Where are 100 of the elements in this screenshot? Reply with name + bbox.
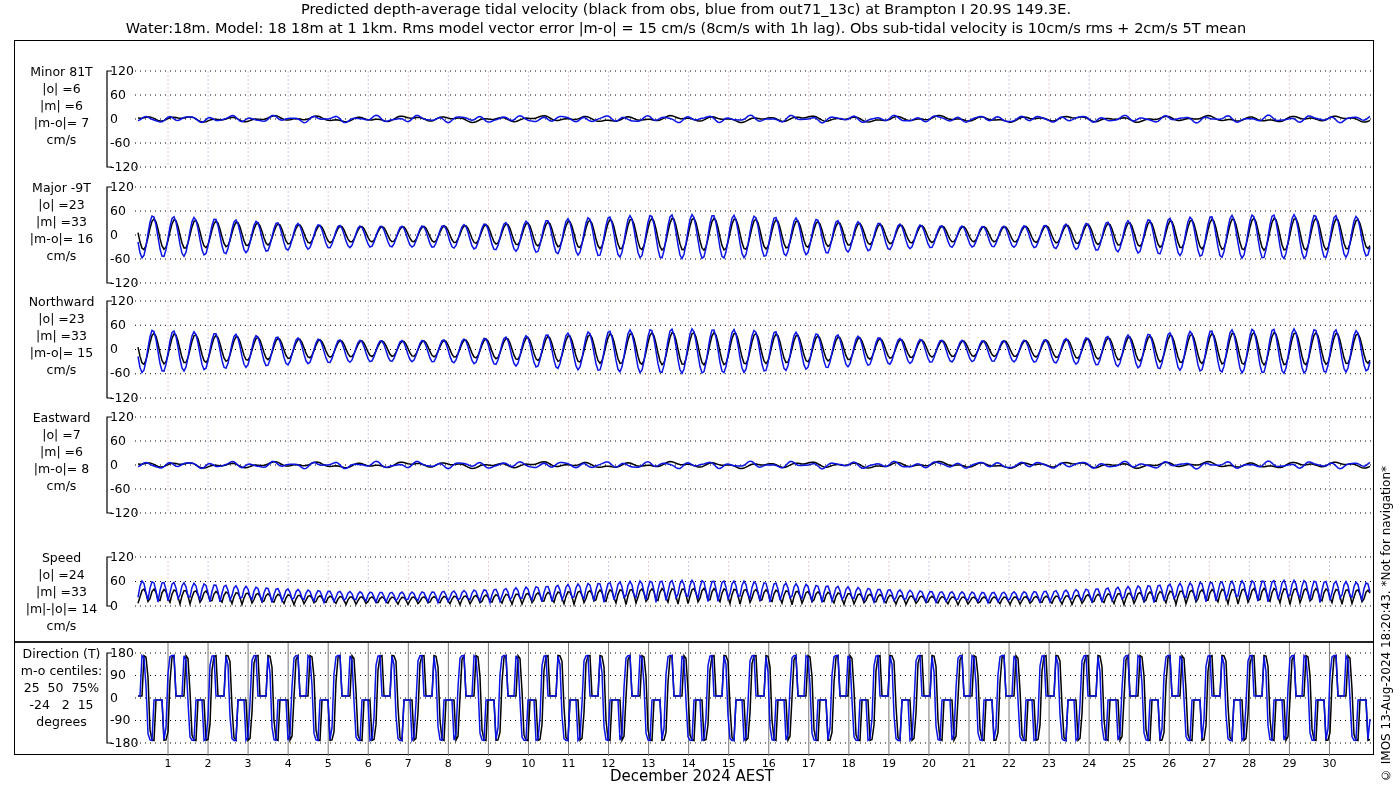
panel-label: |m| =33 [36, 213, 87, 230]
axis-tick-label: -60 [110, 480, 131, 496]
axis-tick-label: 6 [364, 757, 372, 770]
axis-tick-label: 120 [110, 548, 134, 564]
panel-label: |o| =23 [38, 196, 85, 213]
axis-tick-label: 0 [110, 226, 118, 242]
axis-tick-label: 21 [962, 757, 976, 770]
axis-tick-label: 0 [110, 689, 118, 705]
axis-tick-label: 60 [110, 432, 126, 448]
axis-tick-label: 29 [1282, 757, 1297, 770]
axis-tick-label: 22 [1002, 757, 1017, 770]
axis-tick-label: -60 [110, 250, 131, 266]
grid-line [287, 556, 289, 607]
panel-label: cm/s [46, 477, 77, 494]
panel-label: |m| =33 [36, 583, 87, 600]
panel-label: |m| =6 [40, 443, 83, 460]
grid-line [888, 556, 890, 607]
panel-label: |m| =33 [36, 327, 87, 344]
axis-tick-label: 24 [1082, 757, 1097, 770]
axis-tick-label: 2 [204, 757, 212, 770]
axis-tick-label: 1 [164, 757, 172, 770]
grid-line [167, 556, 169, 607]
axis-tick-label: -60 [110, 365, 131, 381]
axis-tick-label: 0 [110, 341, 118, 356]
axis-tick-label: -180 [110, 734, 139, 750]
grid-line [928, 556, 930, 607]
axis-tick-label: 60 [110, 86, 126, 102]
panel-label: |m-o|= 16 [29, 230, 94, 247]
axis-tick-label: 4 [284, 757, 292, 770]
panel-label: Speed [41, 549, 82, 566]
grid-line [327, 556, 329, 607]
panel-label: |o| =23 [38, 310, 85, 327]
axis-tick-label: -120 [110, 274, 139, 290]
panel-label: |m-o|= 7 [33, 114, 90, 131]
panel-label: degrees [36, 713, 87, 730]
axis-tick-label: -90 [110, 712, 131, 727]
grid-line [728, 556, 730, 607]
axis-tick-label: 120 [110, 408, 134, 424]
grid-line [808, 556, 810, 607]
panel-label: cm/s [46, 617, 77, 634]
axis-tick-label: 60 [110, 202, 126, 218]
axis-tick-label: 23 [1042, 757, 1057, 770]
axis-tick-label: 18 [841, 757, 856, 770]
axis-tick-label: 5 [324, 757, 332, 770]
grid-line [688, 556, 690, 607]
panel-label: Minor 81T [30, 63, 93, 80]
axis-tick-label: 120 [110, 293, 134, 308]
axis-tick-label: 90 [110, 667, 126, 682]
grid-line [447, 556, 449, 607]
grid-line [568, 556, 569, 607]
axis-tick-label: 28 [1242, 757, 1257, 770]
axis-tick-label: 0 [110, 110, 118, 126]
grid-line [527, 556, 529, 607]
grid-line [848, 556, 850, 607]
panel-label: Direction (T) [22, 645, 101, 662]
figure-title: Water:18m. Model: 18 18m at 1 1km. Rms model vector error |m-o| = 15 cm/s (8cm/s with 1h lag). Obs sub-tidal velocity is 10cm/s rms + 2cm/s 5T mean [125, 19, 1247, 38]
panel-label: |m|-|o|= 14 [25, 600, 98, 617]
panel-label: |o| =6 [42, 80, 81, 97]
panel-label: |m-o|= 15 [29, 344, 94, 361]
panel-label: |m| =6 [40, 97, 83, 114]
panel-label: |o| =7 [42, 426, 81, 443]
panel-label: -24 2 15 [29, 696, 94, 713]
credit-note: © IMOS 13-Aug-2024 18:20:43. *Not for navigation* [1379, 465, 1393, 782]
panel-label: m-o centiles: [20, 662, 103, 679]
axis-title: December 2024 AEST [610, 767, 774, 785]
axis-tick-label: -120 [110, 504, 139, 520]
grid-line [1328, 556, 1330, 607]
axis-tick-label: 60 [110, 316, 126, 332]
axis-tick-label: 17 [801, 757, 816, 770]
grid-line [648, 556, 650, 607]
axis-tick-label: 20 [921, 757, 936, 770]
axis-tick-label: 180 [110, 644, 134, 660]
axis-tick-label: 26 [1162, 757, 1177, 770]
grid-line [1168, 556, 1170, 607]
axis-tick-label: 10 [521, 757, 536, 770]
axis-tick-label: 11 [561, 757, 576, 770]
panel-label: Eastward [32, 409, 91, 426]
panel-label: |m-o|= 8 [33, 460, 90, 477]
grid-line [407, 556, 409, 607]
axis-tick-label: 120 [110, 178, 134, 194]
axis-tick-label: 3 [244, 757, 252, 770]
grid-line [768, 556, 770, 607]
panel-label: Major -9T [32, 179, 91, 196]
grid-line [1008, 556, 1010, 607]
grid-line [968, 556, 970, 607]
axis-tick-label: 120 [110, 62, 134, 78]
grid-line [1208, 556, 1210, 607]
axis-tick-label: 25 [1122, 757, 1137, 770]
panel-label: cm/s [46, 247, 77, 264]
figure-title: Predicted depth-average tidal velocity (black from obs, blue from out71_13c) at Brampton I 20.9S 149.3E. [300, 0, 1072, 19]
grid-line [1048, 556, 1050, 607]
grid-line [1128, 556, 1130, 607]
panel-label: |o| =24 [38, 566, 85, 583]
axis-tick-label: 27 [1202, 757, 1217, 770]
panel-label: cm/s [46, 131, 77, 148]
axis-tick-label: 8 [444, 757, 452, 770]
y-axis [106, 556, 113, 607]
grid-line [207, 556, 209, 607]
axis-tick-label: 14 [681, 757, 696, 770]
axis-tick-label: 12 [601, 757, 616, 770]
